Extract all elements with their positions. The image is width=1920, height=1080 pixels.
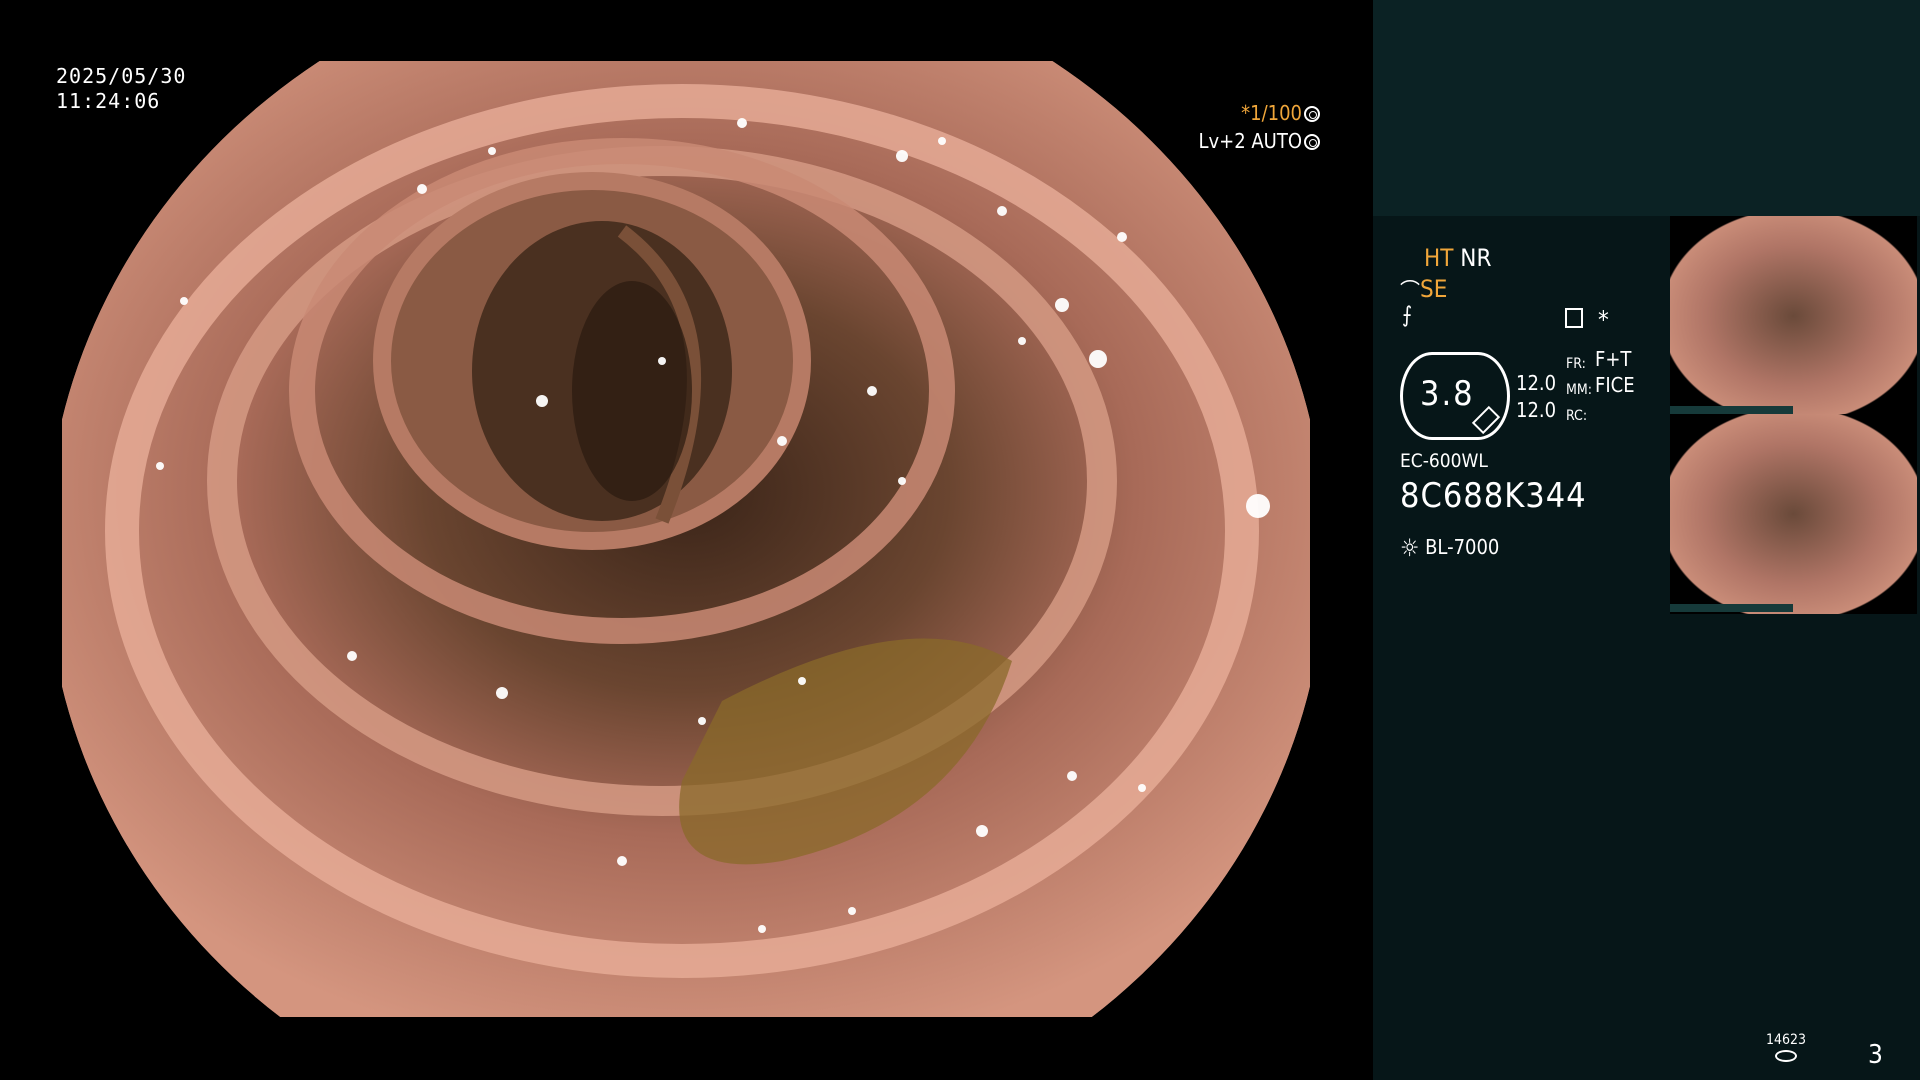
thumbnail-2[interactable] [1670, 414, 1917, 614]
date-text: 2025/05/30 [56, 64, 187, 88]
scope-model: EC-600WL [1400, 450, 1488, 472]
thumbnail-1-bar [1670, 406, 1793, 414]
mm-label: MM: [1566, 382, 1592, 398]
se-row: ⌒SE [1400, 274, 1447, 305]
mode-labels: FR: MM: RC: [1566, 351, 1592, 429]
frame-count: 14623 [1766, 1032, 1806, 1062]
page-number: 3 [1868, 1040, 1883, 1070]
shutter-icon [1304, 106, 1320, 122]
fr-value: F+T [1595, 347, 1632, 371]
time-text: 11:24:06 [56, 89, 161, 113]
thumbnail-2-bar [1670, 604, 1793, 612]
zoom-value: 3.8 [1420, 374, 1475, 414]
rc-label: RC: [1566, 408, 1588, 424]
ht-label: HT [1424, 244, 1454, 272]
auto-icon [1304, 134, 1320, 150]
light-source: ☼ BL-7000 [1400, 534, 1499, 562]
zoom-number-1: 12.0 [1516, 371, 1557, 395]
asterisk-text: * [1598, 306, 1609, 334]
side-panel-header [1373, 0, 1920, 216]
se-label: SE [1420, 275, 1448, 303]
scope-serial: 8C688K344 [1400, 476, 1587, 516]
mode-values: F+T FICE [1595, 346, 1635, 398]
level-text: Lv+2 AUTO [1198, 129, 1302, 153]
date-time: 2025/05/30 11:24:06 [56, 64, 186, 114]
nr-label: NR [1460, 244, 1492, 272]
se-icon: ⌒ [1400, 278, 1420, 302]
shutter-text: *1/100 [1241, 101, 1302, 125]
storage-icon [1775, 1050, 1798, 1062]
light-icon: ☼ [1400, 534, 1420, 562]
settings-list-icon [1565, 308, 1583, 328]
endoscope-image [62, 61, 1310, 1017]
thumbnail-1[interactable] [1670, 216, 1917, 416]
mm-value: FICE [1595, 373, 1635, 397]
exposure-info: *1/100 Lv+2 AUTO [1198, 99, 1320, 155]
frame-count-text: 14623 [1766, 1032, 1807, 1048]
flash-icon: ⨍ [1402, 303, 1413, 328]
fr-label: FR: [1566, 356, 1586, 372]
ht-nr-row: HT NR [1424, 243, 1491, 273]
zoom-number-2: 12.0 [1516, 398, 1557, 422]
zoom-numbers: 12.0 12.0 [1516, 370, 1556, 424]
light-source-text: BL-7000 [1425, 535, 1500, 559]
